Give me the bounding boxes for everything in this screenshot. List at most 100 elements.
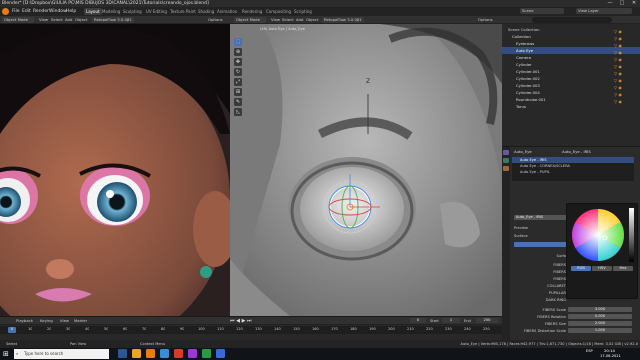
tick-label: 200 (388, 327, 395, 331)
move-tool-icon[interactable]: ✥ (234, 58, 242, 66)
menu-window[interactable]: Window (49, 7, 67, 16)
left-options[interactable]: Options (206, 17, 225, 23)
tick-label: 220 (426, 327, 433, 331)
fibers-size-field[interactable]: 2.000 (568, 321, 632, 326)
clock-date[interactable]: 17-06-2021 (600, 353, 621, 359)
right-mode-selector[interactable]: Object Mode (234, 17, 266, 23)
scale-tool-icon[interactable]: ⤢ (234, 78, 242, 86)
right-viewport[interactable]: Object Mode View Select Add Object Retop… (230, 16, 502, 316)
view-layer-selector[interactable]: View Layer (576, 8, 632, 14)
tab-layout[interactable]: Layout (84, 8, 102, 15)
timeline-menu-marker[interactable]: Marker (72, 318, 89, 324)
taskbar-search-input[interactable]: ⌕ Type here to search (14, 349, 109, 359)
color-tab-hex[interactable]: Hex (613, 266, 633, 271)
file-explorer-icon[interactable] (132, 349, 141, 358)
left-viewport-header: Object Mode View Select Add Object Retop… (0, 16, 230, 24)
jump-end-icon[interactable]: ⏭ (247, 318, 252, 324)
timeline-ruler[interactable]: 0 10 20 30 40 50 60 70 80 90 100 110 120… (0, 326, 502, 334)
fibers-rotation-field[interactable]: 0.000 (568, 314, 632, 319)
tick-label: 190 (369, 327, 376, 331)
field-label: DARK RING (545, 298, 566, 302)
language-indicator[interactable]: ESP (586, 349, 593, 353)
scene-selector[interactable]: Scene (520, 8, 564, 14)
material-slot-row[interactable]: Auto Eye - PUPIL (512, 169, 634, 175)
app-icon[interactable] (216, 349, 225, 358)
modifier-tab-icon[interactable] (503, 166, 509, 171)
rotate-tool-icon[interactable]: ↻ (234, 68, 242, 76)
end-label: End (464, 319, 471, 323)
timeline-menu-keying[interactable]: Keying (38, 318, 55, 324)
field-label: FIBERS Rotation (537, 315, 566, 319)
tree-item-label: Roundcube.001 (516, 97, 546, 102)
left-menu-object[interactable]: Object (73, 17, 89, 23)
cursor-tool-icon[interactable]: ⊕ (234, 48, 242, 56)
right-options[interactable]: Options (476, 17, 495, 23)
playhead[interactable]: 0 (8, 327, 16, 333)
tab-modeling[interactable]: Modeling (100, 8, 122, 15)
transform-tool-icon[interactable]: ⊞ (234, 88, 242, 96)
fibers-scale-field[interactable]: 3.000 (568, 307, 632, 312)
timeline-menu-view[interactable]: View (58, 318, 71, 324)
minimize-button[interactable]: — (604, 0, 616, 7)
tab-animation[interactable]: Animation (215, 8, 239, 15)
menu-file[interactable]: File (12, 7, 20, 16)
section-preview[interactable]: Preview (514, 225, 528, 231)
right-render-engine[interactable]: RetopoFlow 3.0.0β1 (322, 17, 364, 23)
tab-texture-paint[interactable]: Texture Paint (168, 8, 198, 15)
tab-compositing[interactable]: Compositing (264, 8, 293, 15)
tab-sculpting[interactable]: Sculpting (121, 8, 144, 15)
fibers-distortion-field[interactable]: 1.000 (568, 328, 632, 333)
start-frame-field[interactable]: 1 (442, 318, 460, 323)
surface-shader-field[interactable] (514, 242, 569, 247)
app-icon[interactable] (174, 349, 183, 358)
tick-label: 110 (217, 327, 224, 331)
material-tab-icon[interactable] (503, 150, 509, 155)
blender-taskbar-icon[interactable] (146, 349, 155, 358)
outliner-search-input[interactable] (532, 17, 612, 23)
browser-icon[interactable] (160, 349, 169, 358)
blender-logo-icon[interactable] (2, 8, 9, 15)
tab-uv-editing[interactable]: UV Editing (144, 8, 169, 15)
left-viewport[interactable]: Object Mode View Select Add Object Retop… (0, 16, 230, 316)
menu-edit[interactable]: Edit (22, 7, 31, 16)
object-tab-icon[interactable] (503, 158, 509, 163)
left-mode-selector[interactable]: Object Mode (2, 17, 34, 23)
field-label: FIBERS (553, 270, 566, 274)
maximize-button[interactable]: □ (616, 0, 628, 7)
color-tab-hsv[interactable]: HSV (592, 266, 612, 271)
value-slider[interactable] (629, 208, 634, 262)
measure-tool-icon[interactable]: ◺ (234, 108, 242, 116)
axis-z-label: Z (366, 78, 371, 85)
timeline-menu-playback[interactable]: Playback (14, 318, 35, 324)
field-label: FIBERS Scale (542, 308, 566, 312)
jump-start-icon[interactable]: ⏮ (230, 318, 235, 324)
tab-shading[interactable]: Shading (196, 8, 216, 15)
play-icon[interactable]: ▶ (242, 318, 246, 324)
menu-render[interactable]: Render (33, 7, 49, 16)
tab-rendering[interactable]: Rendering (240, 8, 264, 15)
right-menu-object[interactable]: Object (304, 17, 320, 23)
field-label: FIBERS (553, 263, 566, 267)
color-tab-rgb[interactable]: RGB (571, 266, 591, 271)
tick-label: 230 (445, 327, 452, 331)
play-reverse-icon[interactable]: ◀ (236, 318, 240, 324)
windows-start-icon[interactable]: ⊞ (3, 350, 11, 358)
menu-help[interactable]: Help (66, 7, 76, 16)
close-button[interactable]: ✕ (628, 0, 640, 7)
tab-scripting[interactable]: Scripting (292, 8, 314, 15)
color-wheel[interactable] (571, 208, 625, 262)
annotate-tool-icon[interactable]: ✎ (234, 98, 242, 106)
select-box-tool-icon[interactable]: ⬚ (234, 38, 242, 46)
left-render-engine[interactable]: RetopoFlow 3.0.0β1 (92, 17, 134, 23)
field-label: FIBERS Size (544, 322, 566, 326)
app-icon[interactable] (188, 349, 197, 358)
outliner-header (502, 16, 640, 24)
material-slot-name-field[interactable]: Auto_Eye - IRIS (514, 215, 574, 220)
end-frame-field[interactable]: 250 (476, 318, 498, 323)
current-frame-field[interactable]: 0 (410, 318, 426, 323)
color-picker-popup[interactable]: RGB HSV Hex (566, 203, 638, 299)
app-icon[interactable] (202, 349, 211, 358)
section-surface[interactable]: Surface (514, 233, 528, 239)
task-view-icon[interactable] (118, 349, 127, 358)
blender-window: Blender* [D:\Dropbox\GIULIA PC\MIS DIBUJ… (0, 0, 640, 360)
